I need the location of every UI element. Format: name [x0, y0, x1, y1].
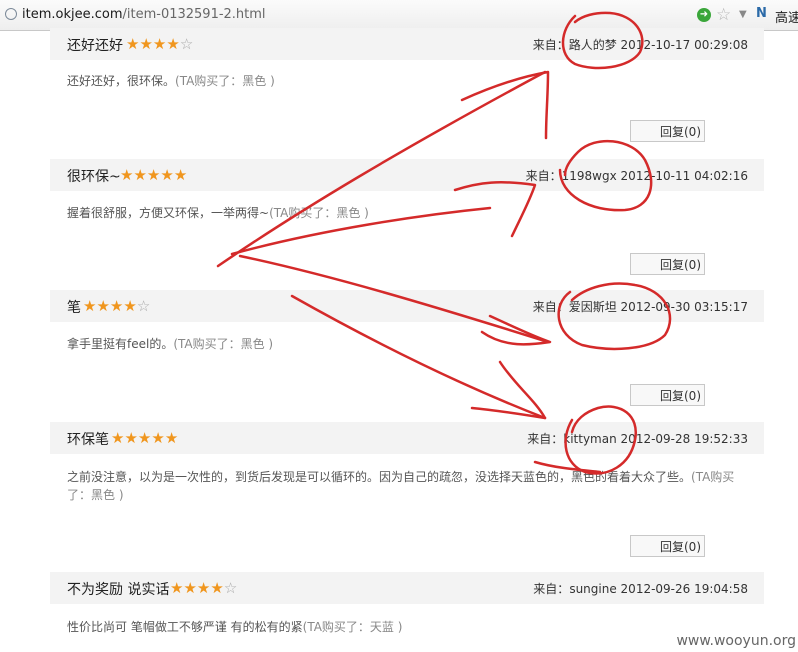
review-header: 笔 ★★★★☆ 来自：爱因斯坦 2012-09-30 03:15:17	[50, 290, 764, 322]
review-content: 握着很舒服，方便又环保，一举两得~	[67, 206, 270, 220]
toolbar-more-label[interactable]: 高速	[775, 7, 798, 26]
star-empty-icon: ☆	[179, 35, 194, 53]
from-label: 来自：	[532, 38, 569, 52]
review-header: 不为奖励 说实话 ★★★★☆ 来自：sungine 2012-09-26 19:…	[50, 572, 764, 604]
url-text[interactable]: item.okjee.com/item-0132591-2.html	[22, 7, 266, 22]
reply-button[interactable]: 回复(0)	[630, 253, 705, 275]
star-filled-icon: ★	[120, 166, 134, 184]
reply-button[interactable]: 回复(0)	[630, 120, 705, 142]
review-author[interactable]: 路人的梦	[569, 38, 617, 52]
review-meta: 来自：路人的梦 2012-10-17 00:29:08	[533, 36, 748, 53]
review-title: 还好还好	[67, 38, 123, 54]
from-label: 来自：	[525, 169, 562, 183]
star-filled-icon: ★	[160, 166, 174, 184]
review-title: 不为奖励 说实话	[67, 582, 170, 598]
from-label: 来自：	[532, 300, 569, 314]
rating-stars: ★★★★☆	[83, 297, 150, 315]
review-item: 笔 ★★★★☆ 来自：爱因斯坦 2012-09-30 03:15:17 拿手里挺…	[50, 290, 764, 406]
star-filled-icon: ★	[196, 579, 211, 597]
review-content: 性价比尚可 笔帽做工不够严谨 有的松有的紧	[67, 620, 303, 634]
review-title: 笔	[67, 300, 81, 316]
rating-stars: ★★★★☆	[170, 579, 237, 597]
globe-icon	[5, 8, 17, 20]
review-item: 还好还好 ★★★★☆ 来自：路人的梦 2012-10-17 00:29:08 还…	[50, 28, 764, 142]
purchase-info: (TA购买了：黑色 )	[269, 206, 369, 220]
review-header: 环保笔 ★★★★★ 来自：kittyman 2012-09-28 19:52:3…	[50, 422, 764, 454]
review-title: 很环保~	[67, 169, 121, 185]
star-filled-icon: ★	[126, 35, 140, 53]
review-datetime: 2012-09-28 19:52:33	[620, 432, 748, 446]
review-content: 还好还好，很环保。	[67, 74, 176, 88]
star-filled-icon: ★	[137, 429, 152, 447]
star-filled-icon: ★	[133, 166, 147, 184]
review-content: 拿手里挺有feel的。	[67, 337, 174, 351]
from-label: 来自：	[533, 582, 570, 596]
star-filled-icon: ★	[152, 35, 167, 53]
rating-stars: ★★★★★	[111, 429, 178, 447]
review-meta: 来自：kittyman 2012-09-28 19:52:33	[527, 430, 748, 447]
purchase-info: (TA购买了：黑色 )	[175, 74, 275, 88]
purchase-info: (TA购买了：黑色 )	[173, 337, 274, 351]
review-header: 很环保~ ★★★★★ 来自：1198wgx 2012-10-11 04:02:1…	[50, 159, 764, 191]
reply-button[interactable]: 回复(0)	[630, 384, 705, 406]
bookmark-star-icon[interactable]: ☆	[716, 5, 731, 25]
review-title: 环保笔	[67, 432, 109, 448]
star-filled-icon: ★	[183, 579, 197, 597]
review-item: 不为奖励 说实话 ★★★★☆ 来自：sungine 2012-09-26 19:…	[50, 572, 764, 634]
star-filled-icon: ★	[111, 429, 125, 447]
extension-logo-icon[interactable]: N	[756, 6, 767, 21]
from-label: 来自：	[527, 432, 564, 446]
review-text: 性价比尚可 笔帽做工不够严谨 有的松有的紧(TA购买了：天蓝 )	[67, 618, 747, 636]
review-author[interactable]: 爱因斯坦	[569, 300, 617, 314]
browser-address-bar[interactable]: item.okjee.com/item-0132591-2.html ➜ ☆ ▼…	[0, 0, 798, 31]
reply-button[interactable]: 回复(0)	[630, 535, 705, 557]
star-empty-icon: ☆	[136, 297, 151, 315]
review-content: 之前没注意，以为是一次性的，到货后发现是可以循环的。因为自己的疏忽，没选择天蓝色…	[67, 470, 692, 484]
rating-stars: ★★★★☆	[126, 35, 193, 53]
review-author[interactable]: sungine	[569, 582, 616, 596]
review-datetime: 2012-10-11 04:02:16	[620, 169, 748, 183]
star-filled-icon: ★	[123, 297, 137, 315]
url-host: item.okjee.com	[22, 7, 123, 22]
star-filled-icon: ★	[173, 166, 188, 184]
star-filled-icon: ★	[109, 297, 124, 315]
arrow-annotation	[470, 360, 547, 420]
star-filled-icon: ★	[96, 297, 110, 315]
review-author[interactable]: kittyman	[563, 432, 616, 446]
review-meta: 来自：sungine 2012-09-26 19:04:58	[533, 580, 748, 597]
star-filled-icon: ★	[210, 579, 224, 597]
review-author[interactable]: 1198wgx	[562, 169, 617, 183]
review-meta: 来自：1198wgx 2012-10-11 04:02:16	[526, 167, 748, 184]
star-filled-icon: ★	[124, 429, 138, 447]
star-filled-icon: ★	[139, 35, 153, 53]
review-item: 很环保~ ★★★★★ 来自：1198wgx 2012-10-11 04:02:1…	[50, 159, 764, 275]
review-header: 还好还好 ★★★★☆ 来自：路人的梦 2012-10-17 00:29:08	[50, 28, 764, 60]
rating-stars: ★★★★★	[120, 166, 187, 184]
review-item: 环保笔 ★★★★★ 来自：kittyman 2012-09-28 19:52:3…	[50, 422, 764, 557]
star-filled-icon: ★	[83, 297, 97, 315]
star-filled-icon: ★	[151, 429, 165, 447]
review-datetime: 2012-09-30 03:15:17	[620, 300, 748, 314]
go-arrow-icon[interactable]: ➜	[697, 8, 711, 22]
star-filled-icon: ★	[146, 166, 161, 184]
review-datetime: 2012-10-17 00:29:08	[620, 38, 748, 52]
watermark: www.wooyun.org	[676, 633, 796, 649]
star-filled-icon: ★	[170, 579, 184, 597]
review-text: 拿手里挺有feel的。(TA购买了：黑色 )	[67, 335, 747, 353]
star-filled-icon: ★	[166, 35, 180, 53]
star-filled-icon: ★	[164, 429, 179, 447]
purchase-info: (TA购买了：天蓝 )	[302, 620, 403, 634]
review-text: 还好还好，很环保。(TA购买了：黑色 )	[67, 72, 747, 90]
review-text: 握着很舒服，方便又环保，一举两得~(TA购买了：黑色 )	[67, 204, 747, 222]
url-path: /item-0132591-2.html	[122, 7, 266, 22]
review-meta: 来自：爱因斯坦 2012-09-30 03:15:17	[533, 298, 748, 315]
star-empty-icon: ☆	[223, 579, 238, 597]
review-text: 之前没注意，以为是一次性的，到货后发现是可以循环的。因为自己的疏忽，没选择天蓝色…	[67, 468, 747, 504]
review-datetime: 2012-09-26 19:04:58	[620, 582, 748, 596]
dropdown-arrow-icon[interactable]: ▼	[739, 9, 747, 20]
